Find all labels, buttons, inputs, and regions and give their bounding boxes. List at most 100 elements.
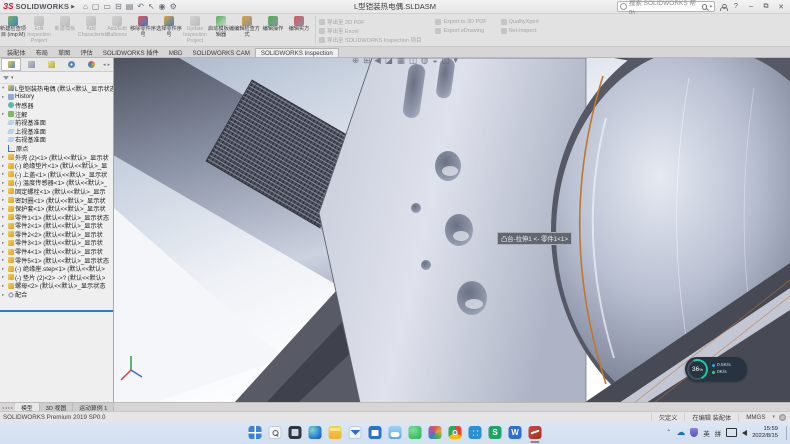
tree-item-part[interactable]: ▸ 密封圈<1> (默认<<默认>_显示状	[0, 196, 113, 205]
expand-arrow-icon[interactable]: ▸	[2, 283, 7, 289]
browser-wheel-icon[interactable]	[429, 426, 442, 439]
expand-arrow-icon[interactable]: ▸	[2, 274, 7, 280]
print-icon[interactable]: ▤	[126, 3, 134, 11]
help-button[interactable]: ?	[731, 3, 741, 10]
expand-arrow-icon[interactable]: ▸	[2, 223, 7, 229]
weather-icon[interactable]	[389, 426, 402, 439]
rebuild-icon[interactable]: ◉	[159, 3, 166, 11]
search-magnifier-icon[interactable]	[702, 4, 708, 10]
show-desktop-button[interactable]	[786, 426, 787, 440]
green-app-icon[interactable]	[409, 426, 422, 439]
tree-item-right-plane[interactable]: ▸ 右视基准面	[0, 136, 113, 145]
tree-item-part[interactable]: ▸ (-) 绝缘座.step<1> (默认<<默认>	[0, 264, 113, 273]
new-template-button[interactable]: 新建模板	[52, 14, 78, 46]
edge-browser-icon[interactable]	[309, 426, 322, 439]
feature-manager-tab[interactable]	[1, 58, 21, 71]
expand-arrow-icon[interactable]: ▸	[2, 94, 7, 100]
mail-icon[interactable]	[349, 426, 362, 439]
undo-icon[interactable]: ↶	[137, 3, 144, 11]
expand-arrow-icon[interactable]: ▸	[2, 163, 7, 169]
export-menu-item[interactable]: 导出至 Excel	[319, 26, 421, 35]
edit-inspection-method-button[interactable]: 编辑检查方式	[234, 14, 260, 46]
tree-item-part[interactable]: ▸ 螺母<2> (默认<<默认>_显示状态	[0, 282, 113, 291]
tree-item-part[interactable]: ▸ 零件4<1> (默认<<默认>_显示状	[0, 247, 113, 256]
update-inspection-project-button[interactable]: Update Inspection Project	[182, 14, 208, 46]
menu-expand-icon[interactable]: ▶	[71, 4, 75, 10]
section-view-icon[interactable]: ◪	[385, 58, 393, 65]
manager-tab-scroll[interactable]: ◂▸	[101, 62, 112, 68]
volume-icon[interactable]	[742, 430, 747, 436]
expand-arrow-icon[interactable]: ▸	[2, 214, 7, 220]
export-menu-item[interactable]: Export to 3D PDF	[435, 17, 486, 26]
tree-item-part[interactable]: ▸ 零件2<2> (默认<<默认>_显示状	[0, 230, 113, 239]
expand-arrow-icon[interactable]: ▸	[2, 249, 7, 255]
tree-item-annotations[interactable]: ▸ 注解	[0, 110, 113, 119]
file-explorer-icon[interactable]	[329, 426, 342, 439]
remove-balloons-button[interactable]: 移除零件序号	[130, 14, 156, 46]
launch-template-editor-button[interactable]: 启动模板编辑器	[208, 14, 234, 46]
search-dropdown-icon[interactable]: ▾	[709, 4, 712, 10]
tree-item-part[interactable]: ▸ 固定螺栓<1> (默认<<默认>_显示	[0, 187, 113, 196]
select-icon[interactable]: ↖	[148, 3, 155, 11]
microsoft-store-icon[interactable]	[369, 426, 382, 439]
expand-arrow-icon[interactable]: ▸	[2, 240, 7, 246]
tray-expand-icon[interactable]: ⌃	[666, 429, 671, 436]
hide-show-items-icon[interactable]: ◍	[421, 58, 428, 65]
export-menu-item[interactable]: Export eDrawing	[435, 26, 486, 35]
tab-assembly[interactable]: 装配体	[2, 47, 31, 57]
tree-item-part[interactable]: ▸ 外壳 (2)<1> (默认<<默认>_显示状	[0, 153, 113, 162]
home-icon[interactable]: ⌂	[83, 3, 88, 11]
new-document-icon[interactable]: ▢	[92, 3, 100, 11]
tree-item-sensors[interactable]: ▸ 传感器	[0, 101, 113, 110]
view-orientation-icon[interactable]: ▦	[397, 58, 405, 65]
tree-item-part[interactable]: ▸ 零件3<1> (默认<<默认>_显示状	[0, 239, 113, 248]
task-view-icon[interactable]	[289, 426, 302, 439]
save-icon[interactable]: ⊟	[115, 3, 122, 11]
property-manager-tab[interactable]	[21, 58, 41, 71]
tree-item-part[interactable]: ▸ 零件5<1> (默认<<默认>_显示状态	[0, 256, 113, 265]
expand-arrow-icon[interactable]: ▸	[2, 231, 7, 237]
panel-splitter[interactable]	[0, 310, 113, 312]
expand-arrow-icon[interactable]: ▸	[2, 266, 7, 272]
edit-operation-button[interactable]: 编辑操作	[260, 14, 286, 46]
tree-item-origin[interactable]: ▸ 原点	[0, 144, 113, 153]
export-menu-item[interactable]: 导出至 SOLIDWORKS Inspection 项目	[319, 35, 421, 44]
tree-item-part[interactable]: ▸ (-) 温度传感器<1> (默认<<默认>_	[0, 179, 113, 188]
solidworks-app-icon[interactable]	[529, 426, 542, 439]
close-button[interactable]: ✕	[776, 3, 786, 11]
export-menu-item[interactable]: QualityXpert	[501, 17, 539, 26]
edit-inspection-project-button[interactable]: Edit Inspection Project	[26, 14, 52, 46]
export-menu-item[interactable]: Net-Inspect	[501, 26, 539, 35]
search-input[interactable]: 搜索 SOLIDWORKS 帮助 ▾	[617, 1, 715, 12]
tree-item-part[interactable]: ▸ (-) 绝缘垫片<1> (默认<<默认>_显	[0, 161, 113, 170]
tab-sw-addins[interactable]: SOLIDWORKS 插件	[98, 47, 164, 57]
expand-arrow-icon[interactable]: ▸	[2, 180, 7, 186]
expand-arrow-icon[interactable]: ▸	[2, 292, 7, 298]
tree-item-part[interactable]: ▸ (-) 上盖<1> (默认<<默认>_显示状	[0, 170, 113, 179]
zoom-fit-icon[interactable]: ⊕	[352, 58, 359, 65]
display-manager-tab[interactable]	[81, 58, 101, 71]
graphics-viewport[interactable]: ⊕⊞◀◪▦◫◍◒▢▾ 凸台-拉伸1 <- 零件1<1> 36% 0.5K/s 0…	[114, 58, 790, 402]
tab-sw-cam[interactable]: SOLIDWORKS CAM	[187, 49, 254, 57]
view-settings-icon[interactable]: ▾	[453, 58, 457, 65]
clock[interactable]: 15:59 2022/8/15	[752, 426, 778, 440]
expand-arrow-icon[interactable]: ▸	[2, 206, 7, 212]
restore-button[interactable]: ⧉	[761, 3, 771, 11]
display-style-icon[interactable]: ◫	[409, 58, 417, 65]
green-s-app-icon[interactable]: S	[489, 426, 502, 439]
blue-app-icon[interactable]	[469, 426, 482, 439]
dimxpert-manager-tab[interactable]	[61, 58, 81, 71]
configuration-manager-tab[interactable]	[41, 58, 61, 71]
expand-arrow-icon[interactable]: ▸	[2, 197, 7, 203]
tab-evaluate[interactable]: 评估	[75, 47, 97, 57]
tab-mbd[interactable]: MBD	[164, 49, 188, 57]
expand-arrow-icon[interactable]: ▸	[2, 111, 7, 117]
apply-scene-icon[interactable]: ▢	[441, 58, 449, 65]
tree-item-top-plane[interactable]: ▸ 上视基准面	[0, 127, 113, 136]
status-gear-icon[interactable]	[779, 414, 786, 421]
tab-sw-inspection[interactable]: SOLIDWORKS Inspection	[255, 48, 339, 57]
tree-item-part[interactable]: ▸ (-) 垫片 (2)<2> ->? (默认<<默认>	[0, 273, 113, 282]
tree-item-history[interactable]: ▸ History	[0, 93, 113, 102]
expand-arrow-icon[interactable]: ▸	[2, 154, 7, 160]
zoom-area-icon[interactable]: ⊞	[363, 58, 370, 65]
